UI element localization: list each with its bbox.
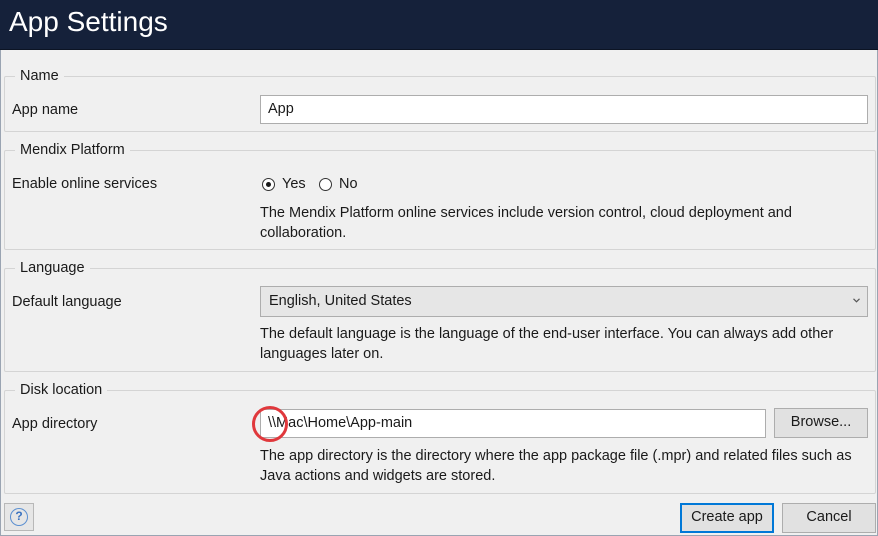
chevron-down-icon	[853, 298, 860, 303]
app-directory-input[interactable]: \\Mac\Home\App-main	[260, 409, 766, 438]
help-button[interactable]: ?	[4, 503, 34, 531]
radio-unchecked-icon	[319, 177, 332, 191]
online-no-label: No	[339, 176, 358, 192]
browse-button[interactable]: Browse...	[774, 408, 868, 438]
online-yes-radio[interactable]: Yes	[262, 174, 306, 194]
title-bar: App Settings	[0, 0, 878, 50]
name-group-legend: Name	[15, 66, 64, 86]
disk-description: The app directory is the directory where…	[260, 446, 872, 486]
disk-group-legend: Disk location	[15, 380, 108, 400]
platform-description-line-2: collaboration.	[260, 225, 347, 241]
language-group-legend: Language	[15, 258, 90, 278]
disk-description-line-2: Java actions and widgets are stored.	[260, 468, 496, 484]
online-services-label: Enable online services	[12, 176, 158, 192]
window-title: App Settings	[9, 6, 168, 37]
help-icon: ?	[10, 508, 28, 526]
language-description: The default language is the language of …	[260, 324, 872, 364]
app-name-input[interactable]: App	[260, 95, 868, 124]
app-directory-label: App directory	[12, 416, 98, 432]
online-no-radio[interactable]: No	[319, 174, 358, 194]
app-name-label: App name	[12, 102, 79, 118]
highlight-circle	[252, 406, 288, 442]
create-app-button[interactable]: Create app	[680, 503, 774, 533]
cancel-button[interactable]: Cancel	[782, 503, 876, 533]
platform-group-legend: Mendix Platform	[15, 140, 130, 160]
disk-description-line-1: The app directory is the directory where…	[260, 448, 852, 464]
default-language-select[interactable]: English, United States	[260, 286, 868, 317]
platform-description: The Mendix Platform online services incl…	[260, 203, 872, 243]
language-description-line-1: The default language is the language of …	[260, 326, 834, 342]
platform-description-line-1: The Mendix Platform online services incl…	[260, 205, 792, 221]
default-language-label: Default language	[12, 294, 122, 310]
radio-checked-icon	[262, 177, 275, 191]
language-description-line-2: languages later on.	[260, 346, 384, 362]
default-language-value: English, United States	[269, 293, 412, 309]
online-yes-label: Yes	[282, 176, 306, 192]
